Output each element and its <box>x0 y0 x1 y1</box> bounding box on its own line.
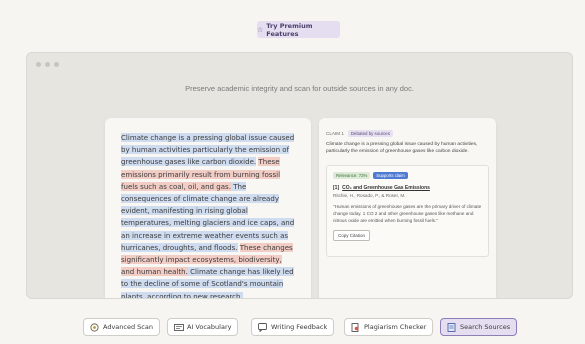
star-icon: ☆ <box>257 25 264 34</box>
writing-feedback-button[interactable]: Writing Feedback <box>251 318 335 336</box>
source-badges: Relevance: 72% Supports claim <box>333 172 482 179</box>
plagiarism-checker-label: Plagiarism Checker <box>364 323 427 331</box>
feedback-icon <box>258 322 267 333</box>
search-sources-icon <box>447 322 456 332</box>
demo-window: Preserve academic integrity and scan for… <box>26 52 573 299</box>
claim-status-badge: Debated by sources <box>347 130 393 137</box>
source-title: [1] CO₂ and Greenhouse Gas Emissions <box>333 185 482 191</box>
window-dot <box>36 62 41 67</box>
window-controls <box>36 62 59 67</box>
tagline: Preserve academic integrity and scan for… <box>185 84 414 93</box>
try-premium-label: Try Premium Features <box>266 21 313 38</box>
source-quote: "Human emissions of greenhouse gases are… <box>333 204 482 223</box>
document-card: Climate change is a pressing global issu… <box>105 118 311 298</box>
source-title-link[interactable]: CO₂ and Greenhouse Gas Emissions <box>342 185 430 191</box>
vocabulary-icon <box>174 323 184 332</box>
feature-toolbar: Advanced Scan AI Vocabulary Writing Feed… <box>0 318 585 336</box>
source-authors: Ritchie, H., Rosado, P., & Roser, M. <box>333 193 406 198</box>
source-number: [1] <box>333 185 340 191</box>
advanced-scan-label: Advanced Scan <box>103 323 153 331</box>
search-sources-button[interactable]: Search Sources <box>440 318 518 336</box>
source-card: Relevance: 72% Supports claim [1] CO₂ and… <box>326 165 489 257</box>
writing-feedback-label: Writing Feedback <box>271 323 328 331</box>
plagiarism-icon <box>351 322 360 332</box>
window-dot <box>54 62 59 67</box>
relevance-badge: Relevance: 72% <box>333 172 371 179</box>
claim-text: Climate change is a pressing global issu… <box>326 142 478 154</box>
scan-icon <box>90 322 99 332</box>
search-sources-label: Search Sources <box>460 323 511 331</box>
document-text: Climate change is a pressing global issu… <box>121 132 295 298</box>
advanced-scan-button[interactable]: Advanced Scan <box>83 318 160 336</box>
supports-badge: Supports claim <box>373 172 408 179</box>
ai-vocabulary-button[interactable]: AI Vocabulary <box>167 318 239 336</box>
doc-segment[interactable]: The consequences of climate change are a… <box>121 181 295 252</box>
copy-citation-button[interactable]: Copy Citation <box>333 230 371 241</box>
claim-header: CLAIM 1 Debated by sources <box>326 130 489 137</box>
try-premium-button[interactable]: ☆ Try Premium Features <box>257 21 340 38</box>
ai-vocabulary-label: AI Vocabulary <box>187 323 232 331</box>
plagiarism-checker-button[interactable]: Plagiarism Checker <box>344 318 434 336</box>
window-dot <box>45 62 50 67</box>
claim-panel: CLAIM 1 Debated by sources Climate chang… <box>319 118 496 298</box>
claim-label: CLAIM 1 <box>326 131 344 136</box>
